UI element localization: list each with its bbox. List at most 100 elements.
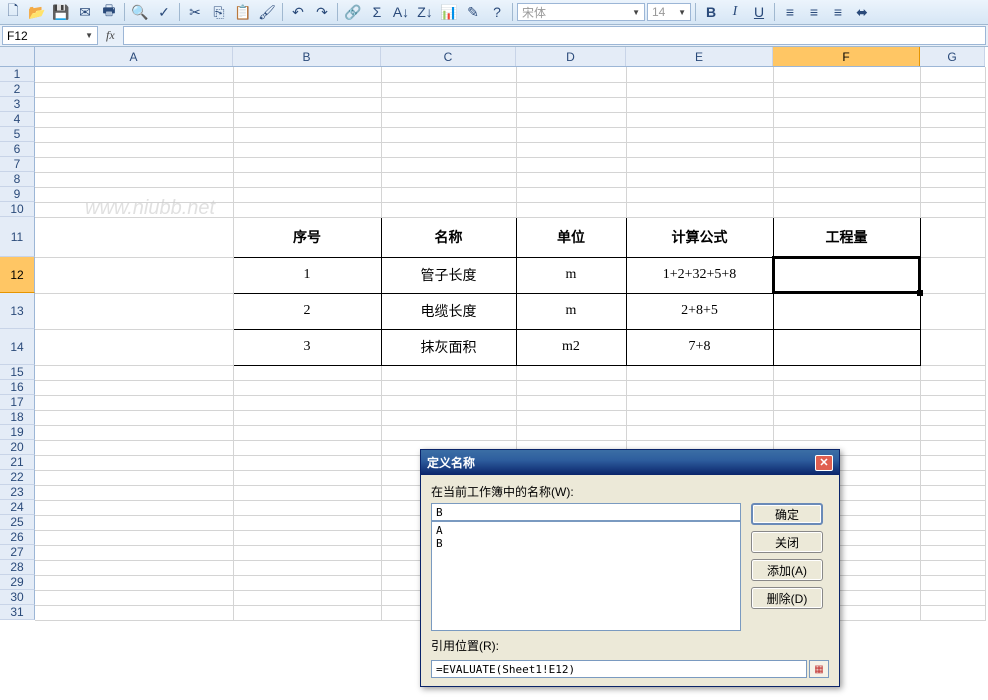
- row-header-4[interactable]: 4: [0, 112, 35, 127]
- cell-E9[interactable]: [626, 187, 773, 202]
- cell-C3[interactable]: [381, 97, 516, 112]
- formula-input[interactable]: [123, 26, 986, 45]
- font-combo[interactable]: 宋体 ▼: [517, 3, 645, 21]
- cell-A19[interactable]: [35, 425, 233, 440]
- align-left-icon[interactable]: ≡: [779, 2, 801, 22]
- cell-B12[interactable]: 1: [233, 257, 381, 293]
- help-icon[interactable]: ?: [486, 2, 508, 22]
- preview-icon[interactable]: 🔍: [129, 2, 151, 22]
- font-size-combo[interactable]: 14 ▼: [647, 3, 691, 21]
- cell-E17[interactable]: [626, 395, 773, 410]
- row-header-7[interactable]: 7: [0, 157, 35, 172]
- cell-A9[interactable]: [35, 187, 233, 202]
- cell-B3[interactable]: [233, 97, 381, 112]
- cell-E10[interactable]: [626, 202, 773, 217]
- cell-F4[interactable]: [773, 112, 920, 127]
- cell-A12[interactable]: [35, 257, 233, 293]
- cell-A28[interactable]: [35, 560, 233, 575]
- cell-F2[interactable]: [773, 82, 920, 97]
- cut-icon[interactable]: ✂: [184, 2, 206, 22]
- cell-F7[interactable]: [773, 157, 920, 172]
- cell-A15[interactable]: [35, 365, 233, 380]
- cell-G21[interactable]: [920, 455, 985, 470]
- row-header-15[interactable]: 15: [0, 365, 35, 380]
- column-header-E[interactable]: E: [626, 47, 773, 66]
- cell-G22[interactable]: [920, 470, 985, 485]
- cell-C16[interactable]: [381, 380, 516, 395]
- cell-F11[interactable]: 工程量: [773, 217, 920, 257]
- cell-B26[interactable]: [233, 530, 381, 545]
- cell-A30[interactable]: [35, 590, 233, 605]
- cell-C12[interactable]: 管子长度: [381, 257, 516, 293]
- hyperlink-icon[interactable]: 🔗: [342, 2, 364, 22]
- new-icon[interactable]: 🗋: [2, 2, 24, 22]
- cell-B21[interactable]: [233, 455, 381, 470]
- cell-G17[interactable]: [920, 395, 985, 410]
- cell-F18[interactable]: [773, 410, 920, 425]
- cell-D18[interactable]: [516, 410, 626, 425]
- cell-B6[interactable]: [233, 142, 381, 157]
- drawing-icon[interactable]: ✎: [462, 2, 484, 22]
- cell-E2[interactable]: [626, 82, 773, 97]
- cell-D12[interactable]: m: [516, 257, 626, 293]
- cell-E4[interactable]: [626, 112, 773, 127]
- cell-G16[interactable]: [920, 380, 985, 395]
- name-box[interactable]: F12 ▼: [2, 26, 98, 45]
- cell-B15[interactable]: [233, 365, 381, 380]
- cell-E13[interactable]: 2+8+5: [626, 293, 773, 329]
- cell-D8[interactable]: [516, 172, 626, 187]
- row-header-1[interactable]: 1: [0, 67, 35, 82]
- cell-A2[interactable]: [35, 82, 233, 97]
- cell-F10[interactable]: [773, 202, 920, 217]
- cell-D13[interactable]: m: [516, 293, 626, 329]
- row-header-31[interactable]: 31: [0, 605, 35, 620]
- cell-E5[interactable]: [626, 127, 773, 142]
- row-header-26[interactable]: 26: [0, 530, 35, 545]
- cell-F17[interactable]: [773, 395, 920, 410]
- cell-D9[interactable]: [516, 187, 626, 202]
- sort-asc-icon[interactable]: A↓: [390, 2, 412, 22]
- cell-A26[interactable]: [35, 530, 233, 545]
- cell-G30[interactable]: [920, 590, 985, 605]
- cell-D16[interactable]: [516, 380, 626, 395]
- row-header-3[interactable]: 3: [0, 97, 35, 112]
- cell-A16[interactable]: [35, 380, 233, 395]
- cell-A29[interactable]: [35, 575, 233, 590]
- format-painter-icon[interactable]: 🖌: [256, 2, 278, 22]
- autosum-icon[interactable]: Σ: [366, 2, 388, 22]
- cell-A4[interactable]: [35, 112, 233, 127]
- cell-G6[interactable]: [920, 142, 985, 157]
- cell-A17[interactable]: [35, 395, 233, 410]
- cell-F15[interactable]: [773, 365, 920, 380]
- cell-B2[interactable]: [233, 82, 381, 97]
- cell-D17[interactable]: [516, 395, 626, 410]
- cell-C7[interactable]: [381, 157, 516, 172]
- merge-icon[interactable]: ⬌: [851, 2, 873, 22]
- row-header-18[interactable]: 18: [0, 410, 35, 425]
- cell-G9[interactable]: [920, 187, 985, 202]
- cell-F5[interactable]: [773, 127, 920, 142]
- cell-B1[interactable]: [233, 67, 381, 82]
- column-header-D[interactable]: D: [516, 47, 626, 66]
- cell-A1[interactable]: [35, 67, 233, 82]
- redo-icon[interactable]: ↷: [311, 2, 333, 22]
- cell-F3[interactable]: [773, 97, 920, 112]
- cell-G20[interactable]: [920, 440, 985, 455]
- cell-A31[interactable]: [35, 605, 233, 620]
- cell-G14[interactable]: [920, 329, 985, 365]
- cell-G5[interactable]: [920, 127, 985, 142]
- column-header-C[interactable]: C: [381, 47, 516, 66]
- cell-E15[interactable]: [626, 365, 773, 380]
- cell-C14[interactable]: 抹灰面积: [381, 329, 516, 365]
- row-header-20[interactable]: 20: [0, 440, 35, 455]
- cell-A21[interactable]: [35, 455, 233, 470]
- cell-A11[interactable]: [35, 217, 233, 257]
- cell-E16[interactable]: [626, 380, 773, 395]
- cell-D10[interactable]: [516, 202, 626, 217]
- align-center-icon[interactable]: ≡: [803, 2, 825, 22]
- column-header-G[interactable]: G: [920, 47, 985, 66]
- cell-A24[interactable]: [35, 500, 233, 515]
- cell-A27[interactable]: [35, 545, 233, 560]
- cell-B24[interactable]: [233, 500, 381, 515]
- row-header-19[interactable]: 19: [0, 425, 35, 440]
